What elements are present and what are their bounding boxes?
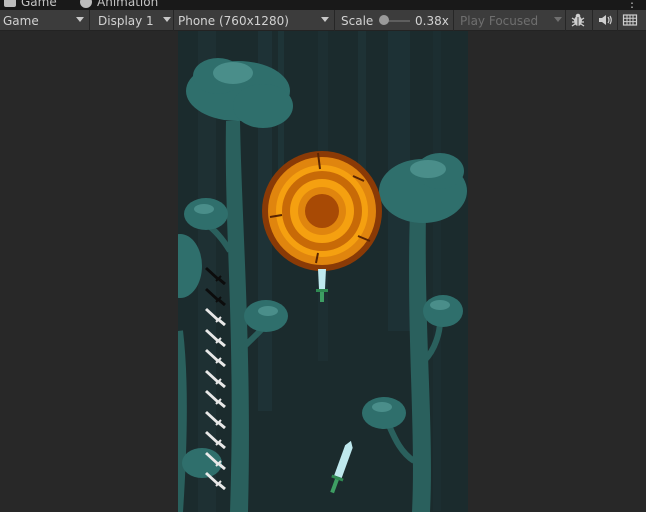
- knife-counter-icon: [205, 328, 226, 347]
- knife-counter-icon: [205, 349, 226, 367]
- knife-counter-used-icon: [205, 287, 226, 306]
- view-mode-chevron-down-icon: [76, 17, 84, 22]
- scale-label: Scale: [341, 13, 374, 28]
- knife-counter-icon: [205, 431, 226, 449]
- right-letterbox: [468, 31, 646, 512]
- scale-slider-handle[interactable]: [379, 15, 389, 25]
- tab-animation-label: Animation: [97, 0, 159, 9]
- log-target: [262, 151, 382, 271]
- view-mode-dropdown[interactable]: Game: [3, 10, 87, 31]
- bug-icon[interactable]: [570, 12, 586, 28]
- knife-counter-icon: [205, 369, 226, 388]
- knives-remaining-counter: [204, 265, 228, 490]
- game-viewport[interactable]: [178, 31, 468, 512]
- knife-counter-icon: [205, 390, 226, 408]
- knife-counter-icon: [205, 410, 226, 429]
- knife-counter-icon: [205, 451, 226, 470]
- knife-counter-used-icon: [205, 267, 226, 285]
- scale-value: 0.38x: [415, 13, 449, 28]
- play-mode-dropdown[interactable]: Play Focused: [460, 10, 538, 31]
- display-dropdown[interactable]: Display 1: [98, 10, 170, 31]
- left-letterbox: [0, 31, 178, 512]
- play-mode-chevron-down-icon: [554, 17, 562, 22]
- view-mode-label: Game: [3, 13, 39, 28]
- tab-animation[interactable]: Animation: [80, 0, 158, 10]
- more-options-icon[interactable]: ⋮: [626, 0, 638, 10]
- stats-grid-icon[interactable]: [622, 12, 638, 28]
- resolution-chevron-down-icon: [321, 17, 329, 22]
- resolution-label: Phone (760x1280): [178, 13, 289, 28]
- knife-counter-icon: [205, 308, 226, 326]
- display-label: Display 1: [98, 13, 154, 28]
- game-view-toolbar: Game Display 1 Phone (760x1280) Scale 0.…: [0, 10, 646, 31]
- tab-game[interactable]: Game: [4, 0, 57, 10]
- audio-mute-icon[interactable]: [597, 12, 613, 28]
- editor-tab-strip: Game Animation ⋮: [0, 0, 646, 10]
- tab-game-label: Game: [21, 0, 57, 9]
- game-controller-icon: [4, 0, 16, 7]
- knife-counter-icon: [205, 472, 226, 490]
- resolution-dropdown[interactable]: Phone (760x1280): [178, 10, 328, 31]
- animation-icon: [80, 0, 92, 8]
- display-chevron-down-icon: [163, 17, 171, 22]
